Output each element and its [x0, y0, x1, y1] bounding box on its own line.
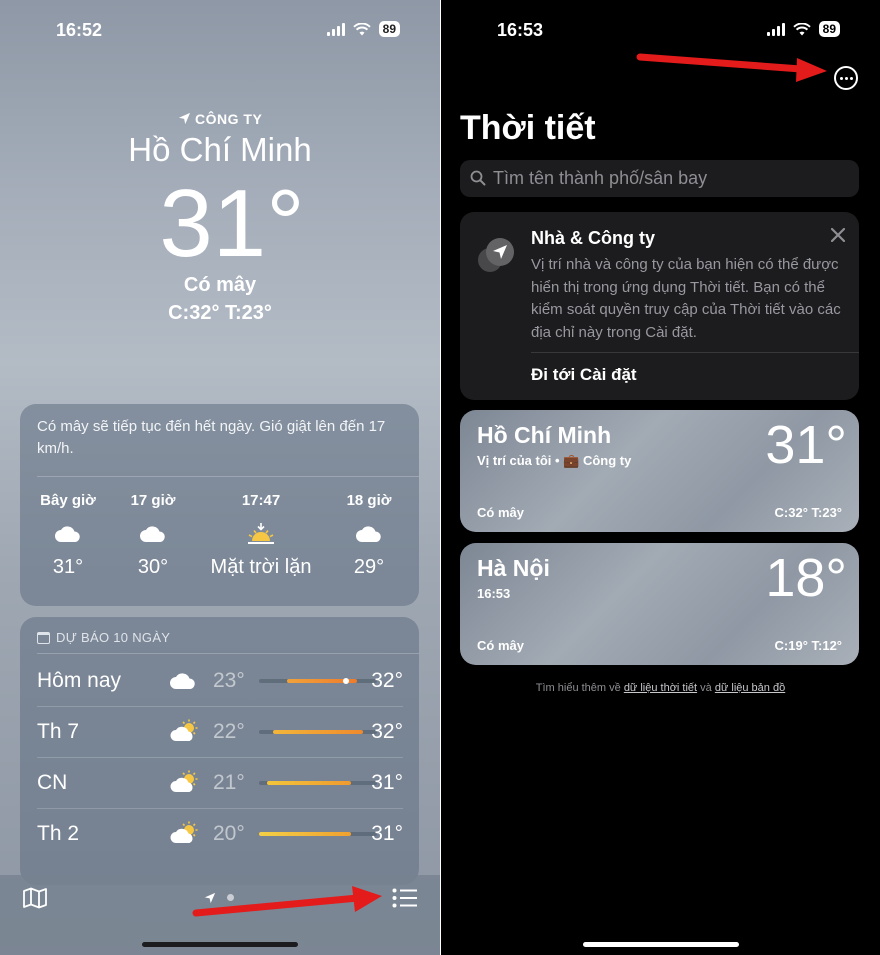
battery-indicator: 89: [378, 21, 400, 37]
temperature-range-bar: [259, 678, 377, 684]
list-icon[interactable]: [392, 888, 418, 908]
cellular-signal-icon: [766, 22, 785, 36]
home-indicator: [142, 942, 298, 947]
status-bar: 16:52 89: [0, 18, 440, 42]
search-input[interactable]: Tìm tên thành phố/sân bay: [460, 160, 859, 197]
status-bar: 16:53 89: [441, 18, 880, 42]
weather-detail-screen: 16:52 89 CÔNG TY Hồ Chí Minh 31° Có mây …: [0, 0, 440, 955]
temperature-range-bar: [259, 832, 377, 836]
partly-sunny-icon: [170, 719, 198, 741]
partly-sunny-icon: [170, 821, 198, 843]
bottom-toolbar: [0, 875, 440, 955]
location-high-low: C:32° T:23°: [774, 505, 842, 520]
daily-row[interactable]: Th 7 22° 32°: [37, 707, 403, 758]
status-time: 16:53: [497, 20, 544, 40]
go-to-settings-link[interactable]: Đi tới Cài đặt: [531, 365, 637, 385]
temperature-range-bar: [259, 730, 377, 734]
footer-note: Tìm hiểu thêm về dữ liệu thời tiết và dữ…: [535, 682, 786, 694]
battery-indicator: 89: [818, 21, 840, 37]
location-card-ha-noi[interactable]: Hà Nội 16:53 18° Có mây C:19° T:12°: [460, 543, 859, 665]
more-options-button[interactable]: [834, 66, 858, 90]
cloud-icon: [140, 526, 165, 542]
location-city: Hà Nội: [477, 555, 550, 581]
partly-sunny-icon: [170, 770, 198, 792]
location-bubble-icon: [478, 238, 514, 272]
info-card-title: Nhà & Công ty: [531, 228, 655, 248]
page-title: Thời tiết: [460, 109, 596, 147]
weather-data-link[interactable]: dữ liệu thời tiết: [624, 682, 697, 694]
close-icon[interactable]: [831, 228, 845, 242]
hourly-item: 17 giờ 30°: [130, 492, 176, 578]
search-placeholder: Tìm tên thành phố/sân bay: [493, 168, 708, 188]
hourly-item: Bây giờ 31°: [40, 492, 96, 578]
temperature-range-bar: [259, 781, 377, 785]
location-condition: Có mây: [477, 638, 524, 653]
location-condition: Có mây: [477, 505, 524, 520]
cloud-icon: [356, 526, 381, 542]
cloud-icon: [170, 673, 195, 689]
current-condition: Có mây: [183, 274, 257, 296]
forecast-header: DỰ BÁO 10 NGÀY: [37, 630, 170, 645]
cloud-icon: [55, 526, 80, 542]
daily-row[interactable]: Hôm nay 23° 32°: [37, 656, 403, 707]
wifi-icon: [352, 22, 371, 35]
location-label: CÔNG TY: [0, 111, 440, 127]
location-high-low: C:19° T:12°: [774, 638, 842, 653]
home-indicator: [582, 942, 739, 947]
high-low: C:32° T:23°: [168, 302, 272, 324]
current-temperature: 31°: [159, 170, 305, 277]
location-arrow-icon: [178, 112, 190, 125]
map-data-link[interactable]: dữ liệu bản đồ: [715, 682, 785, 694]
location-temperature: 31°: [765, 415, 847, 475]
location-card-ho-chi-minh[interactable]: Hồ Chí Minh Vị trí của tôi • 💼 Công ty 3…: [460, 410, 859, 532]
location-temperature: 18°: [765, 548, 847, 608]
location-city: Hồ Chí Minh: [477, 422, 612, 448]
info-card-body: Vị trí nhà và công ty của bạn hiện có th…: [531, 256, 841, 341]
home-work-info-card: Nhà & Công ty Vị trí nhà và công ty của …: [460, 212, 859, 400]
location-subtitle: Vị trí của tôi • 💼 Công ty: [477, 453, 632, 468]
status-time: 16:52: [56, 20, 103, 40]
daily-row[interactable]: Th 2 20° 31°: [37, 809, 403, 860]
cellular-signal-icon: [326, 22, 345, 36]
map-icon[interactable]: [22, 887, 48, 909]
wifi-icon: [792, 22, 811, 35]
search-icon: [470, 170, 486, 186]
hourly-forecast-card[interactable]: Có mây sẽ tiếp tục đến hết ngày. Gió giậ…: [20, 404, 419, 606]
daily-row[interactable]: CN 21° 31°: [37, 758, 403, 809]
ten-day-forecast-card[interactable]: DỰ BÁO 10 NGÀY Hôm nay 23° 32° Th 7 22° …: [20, 617, 419, 885]
sunset-icon: [248, 523, 274, 544]
page-indicator-dot[interactable]: [227, 894, 234, 901]
page-indicator-location-icon[interactable]: [204, 892, 216, 904]
city-name: Hồ Chí Minh: [128, 131, 312, 168]
hourly-summary: Có mây sẽ tiếp tục đến hết ngày. Gió giậ…: [37, 418, 386, 457]
weather-list-screen: 16:53 89 Thời tiết Tìm tên thành phố/sân…: [441, 0, 880, 955]
calendar-icon: [37, 631, 50, 644]
hourly-item: 17:47 Mặt trời lặn: [210, 492, 312, 578]
hourly-item: 18 giờ 29°: [346, 492, 392, 578]
location-subtitle: 16:53: [477, 586, 511, 601]
